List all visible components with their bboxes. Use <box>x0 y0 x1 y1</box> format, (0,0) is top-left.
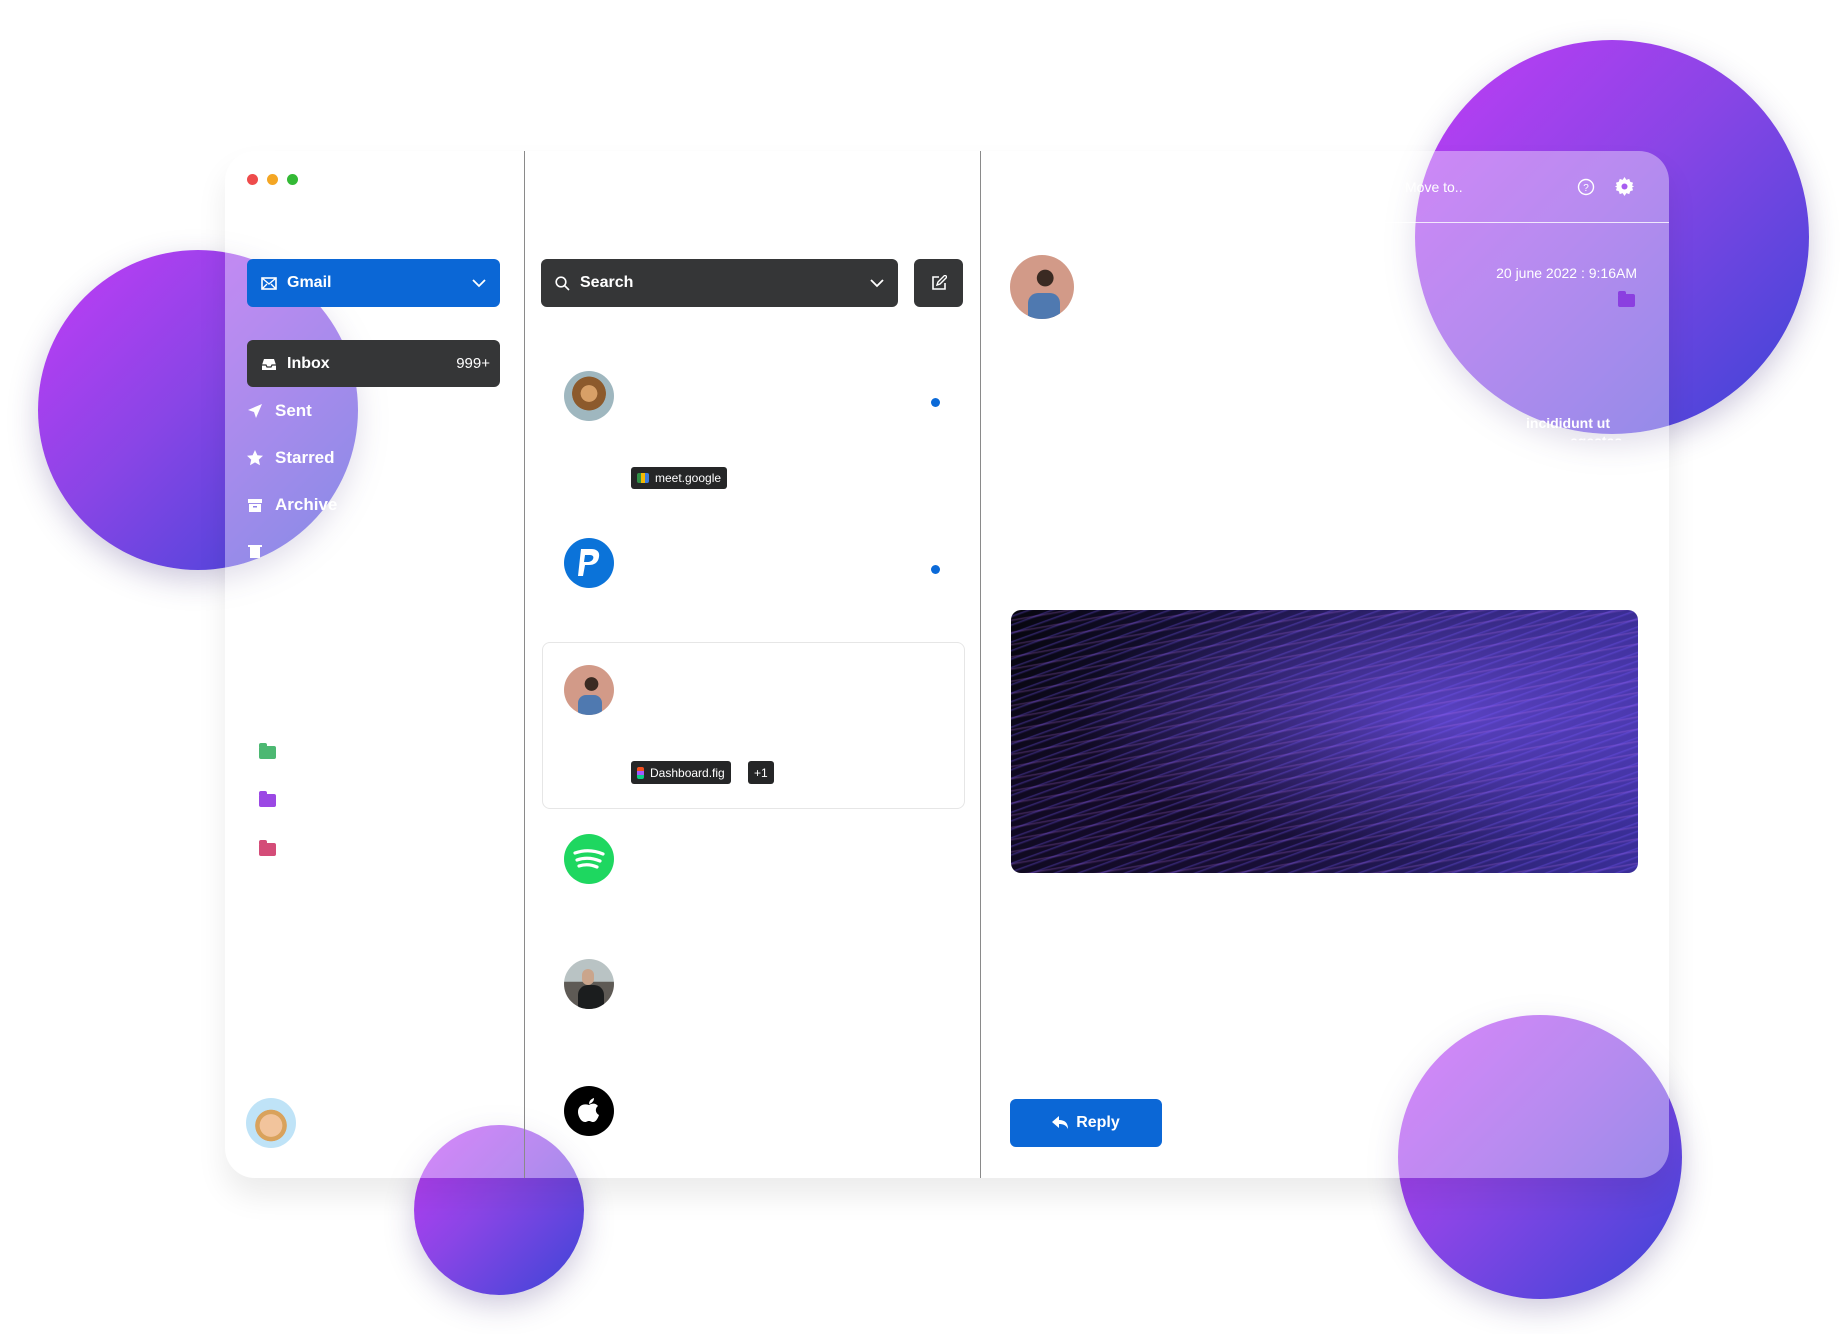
folder-icon-purple[interactable] <box>259 791 276 807</box>
folder-icon-pink[interactable] <box>259 840 276 856</box>
attachment-label: meet.google <box>655 471 722 485</box>
sender-avatar-man[interactable] <box>564 665 614 715</box>
message-image <box>1011 610 1638 873</box>
sender-avatar-detail[interactable] <box>1010 255 1074 319</box>
trash-icon <box>248 545 262 558</box>
mail-app-window: Gmail Inbox 999+ Sent Starred Archive Se… <box>225 151 1669 1178</box>
send-icon <box>248 404 262 418</box>
archive-icon <box>248 499 262 512</box>
inbox-count: 999+ <box>456 355 490 372</box>
apple-logo-icon[interactable] <box>564 1086 614 1136</box>
folder-icon-green[interactable] <box>259 743 276 759</box>
sidebar-item-inbox[interactable]: Inbox 999+ <box>247 340 500 387</box>
unread-indicator <box>931 398 940 407</box>
maximize-window-button[interactable] <box>287 174 298 185</box>
sidebar-item-label: Sent <box>275 401 312 420</box>
minimize-window-button[interactable] <box>267 174 278 185</box>
figma-icon <box>637 766 644 779</box>
sidebar-item-label: Starred <box>275 448 335 467</box>
attachment-chip-meet[interactable]: meet.google <box>631 467 728 489</box>
search-input[interactable]: Search <box>541 259 898 307</box>
account-selector[interactable]: Gmail <box>247 259 500 307</box>
account-label: Gmail <box>287 274 332 291</box>
move-to-menu[interactable]: Move to.. <box>1405 179 1463 195</box>
sender-avatar-man-2[interactable] <box>564 959 614 1009</box>
message-date: 20 june 2022 : 9:16AM <box>1496 265 1637 281</box>
compose-button[interactable] <box>914 259 963 307</box>
reply-button[interactable]: Reply <box>1010 1099 1162 1147</box>
sidebar-item-archive[interactable]: Archive <box>247 495 337 515</box>
inbox-icon <box>262 358 276 370</box>
reply-icon <box>1052 1116 1069 1129</box>
message-folder-icon[interactable] <box>1618 291 1635 307</box>
sidebar-item-label: Inbox <box>287 354 330 372</box>
sidebar-item-trash[interactable] <box>247 543 263 559</box>
mail-icon <box>261 276 277 290</box>
attachment-chip-figma[interactable]: Dashboard.fig <box>631 761 731 784</box>
sidebar-item-sent[interactable]: Sent <box>247 401 312 421</box>
attachment-label: Dashboard.fig <box>650 765 725 780</box>
star-icon <box>247 450 263 466</box>
reply-label: Reply <box>1076 1114 1120 1131</box>
sender-avatar-woman[interactable] <box>564 371 614 421</box>
sidebar-item-label: Archive <box>275 495 338 514</box>
settings-gear-icon[interactable] <box>1615 177 1634 196</box>
detail-header-divider <box>981 222 1669 223</box>
sidebar-item-starred[interactable]: Starred <box>247 448 335 468</box>
list-divider <box>980 151 981 1178</box>
paypal-logo-icon[interactable] <box>564 538 614 588</box>
compose-icon <box>931 275 947 290</box>
more-attachments-chip[interactable]: +1 <box>748 761 774 784</box>
chevron-down-icon <box>870 278 884 287</box>
message-body-line: incididunt ut <box>1526 415 1610 431</box>
search-icon <box>555 275 570 291</box>
svg-text:?: ? <box>1583 183 1589 194</box>
close-window-button[interactable] <box>247 174 258 185</box>
unread-indicator <box>931 565 940 574</box>
google-meet-icon <box>637 473 649 483</box>
more-attachments-count: +1 <box>754 765 768 780</box>
help-icon[interactable]: ? <box>1577 178 1595 196</box>
spotify-logo-icon[interactable] <box>564 834 614 884</box>
user-avatar[interactable] <box>246 1098 296 1148</box>
message-body-line: egestas <box>1570 433 1623 449</box>
chevron-down-icon <box>472 278 486 287</box>
search-label: Search <box>580 274 634 291</box>
sidebar-divider <box>524 151 525 1178</box>
